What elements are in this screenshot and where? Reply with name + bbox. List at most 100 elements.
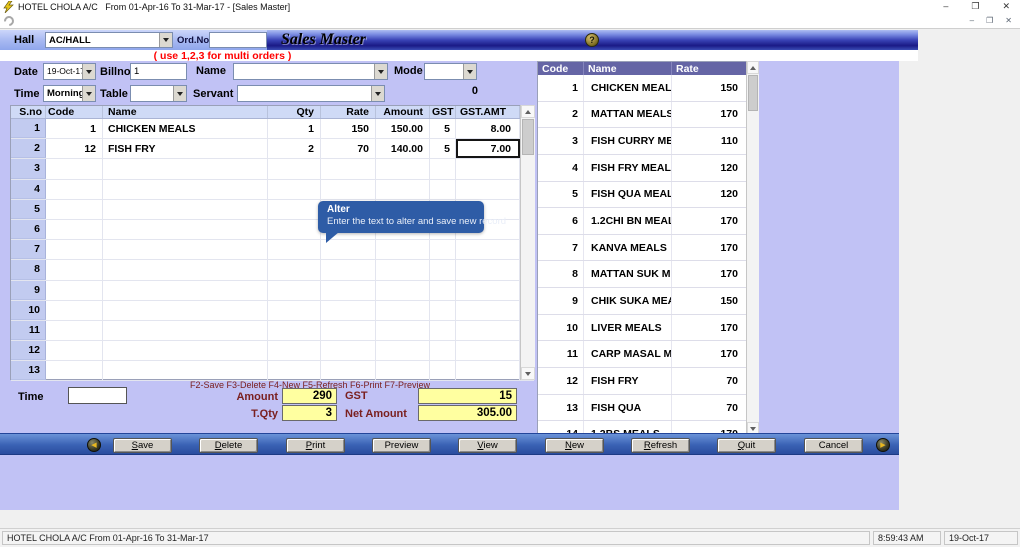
dropdown-arrow-icon[interactable] <box>463 64 476 79</box>
minimize-icon[interactable]: – <box>943 1 948 12</box>
table-row[interactable]: 8 <box>11 260 534 280</box>
footer-time-input[interactable] <box>68 387 127 404</box>
help-button[interactable]: ? <box>585 33 599 47</box>
ordno-input[interactable] <box>209 32 267 48</box>
cell-gst <box>430 260 456 279</box>
close-icon[interactable]: ✕ <box>1002 1 1010 12</box>
dropdown-arrow-icon[interactable] <box>82 64 95 79</box>
list-item[interactable]: 5 FISH QUA MEALS 120 <box>538 182 758 209</box>
table-row[interactable]: 1 1 CHICKEN MEALS 1 150 150.00 5 8.00 <box>11 119 534 139</box>
refresh-button[interactable]: Refresh <box>631 438 690 453</box>
sales-grid-scrollbar[interactable] <box>520 105 535 380</box>
list-item[interactable]: 12 FISH FRY 70 <box>538 368 758 395</box>
scrollbar-thumb[interactable] <box>522 119 534 155</box>
list-item[interactable]: 2 MATTAN MEALS 170 <box>538 102 758 129</box>
cell-name <box>103 321 268 340</box>
save-button[interactable]: Save <box>113 438 172 453</box>
date-label: Date <box>14 66 38 78</box>
list-item[interactable]: 10 LIVER MEALS 170 <box>538 315 758 342</box>
gst-total: 15 <box>418 388 517 404</box>
table-row[interactable]: 9 <box>11 281 534 301</box>
list-item[interactable]: 9 CHIK SUKA MEALS 150 <box>538 288 758 315</box>
dropdown-arrow-icon[interactable] <box>371 86 384 101</box>
notice-row: ( use 1,2,3 for multi orders ) <box>0 50 918 61</box>
hall-select[interactable]: AC/HALL <box>45 32 173 48</box>
table-row[interactable]: 4 <box>11 180 534 200</box>
cell-sno: 8 <box>11 260 46 279</box>
cell-gst-amt <box>456 301 520 320</box>
item-name: FISH QUA <box>584 395 672 421</box>
scroll-down-icon[interactable] <box>521 367 535 380</box>
dropdown-arrow-icon[interactable] <box>173 86 186 101</box>
cell-qty: 2 <box>268 139 321 158</box>
table-row[interactable]: 3 <box>11 159 534 179</box>
quit-button[interactable]: Quit <box>717 438 776 453</box>
table-row[interactable]: 12 <box>11 341 534 361</box>
delete-button[interactable]: Delete <box>199 438 258 453</box>
cell-amount <box>376 341 430 360</box>
items-panel-scrollbar[interactable] <box>746 61 759 435</box>
scrollbar-thumb[interactable] <box>748 75 758 111</box>
mdi-minimize-icon[interactable]: – <box>970 16 974 26</box>
cell-qty <box>268 200 321 219</box>
list-item[interactable]: 8 MATTAN SUK MEALK 170 <box>538 261 758 288</box>
scroll-up-icon[interactable] <box>747 61 759 74</box>
table-row[interactable]: 7 <box>11 240 534 260</box>
billno-input[interactable] <box>130 63 187 80</box>
restore-icon[interactable]: ❐ <box>971 1 979 12</box>
alter-tooltip: Alter Enter the text to alter and save n… <box>318 201 484 233</box>
table-row[interactable]: 2 12 FISH FRY 2 70 140.00 5 7.00 <box>11 139 534 159</box>
name-select[interactable] <box>233 63 388 80</box>
print-button[interactable]: Print <box>286 438 345 453</box>
mdi-restore-icon[interactable]: ❐ <box>986 16 993 26</box>
new-button[interactable]: New <box>545 438 604 453</box>
list-item[interactable]: 13 FISH QUA 70 <box>538 395 758 422</box>
list-item[interactable]: 3 FISH CURRY MEAL 110 <box>538 128 758 155</box>
mode-select[interactable] <box>424 63 477 80</box>
list-item[interactable]: 6 1.2CHI BN MEALS 170 <box>538 208 758 235</box>
date-select[interactable]: 19-Oct-17 <box>43 63 96 80</box>
servant-value <box>238 86 371 101</box>
scroll-up-icon[interactable] <box>521 105 535 118</box>
amount-label: Amount <box>208 391 278 403</box>
cell-gst <box>430 301 456 320</box>
cell-qty: 1 <box>268 119 321 138</box>
servant-select[interactable] <box>237 85 385 102</box>
tqty-label: T.Qty <box>208 408 278 420</box>
list-item[interactable]: 1 CHICKEN MEALS 150 <box>538 75 758 102</box>
cell-gst-amt <box>456 341 520 360</box>
table-row[interactable]: 13 <box>11 361 534 381</box>
table-select[interactable] <box>130 85 187 102</box>
cell-sno: 1 <box>11 119 46 138</box>
name-value <box>234 64 374 79</box>
item-code: 6 <box>538 208 584 234</box>
hall-value: AC/HALL <box>46 33 159 47</box>
list-item[interactable]: 4 FISH FRY MEALS 120 <box>538 155 758 182</box>
arrow-right-icon: ▶ <box>880 441 885 449</box>
cell-code <box>46 321 103 340</box>
cell-qty <box>268 361 321 380</box>
cell-rate: 150 <box>321 119 376 138</box>
list-item[interactable]: 11 CARP MASAL MEALS 170 <box>538 341 758 368</box>
sales-grid-rows: 1 1 CHICKEN MEALS 1 150 150.00 5 8.00 2 … <box>11 119 534 381</box>
cell-amount <box>376 180 430 199</box>
nav-left-button[interactable]: ◀ <box>87 438 101 452</box>
dropdown-arrow-icon[interactable] <box>374 64 387 79</box>
item-rate: 150 <box>672 288 747 314</box>
mode-label: Mode <box>394 65 423 77</box>
list-item[interactable]: 7 KANVA MEALS 170 <box>538 235 758 262</box>
col-name: Name <box>103 106 268 118</box>
item-name: FISH FRY <box>584 368 672 394</box>
mdi-close-icon[interactable]: ✕ <box>1005 16 1012 26</box>
view-button[interactable]: View <box>458 438 517 453</box>
dropdown-arrow-icon[interactable] <box>159 33 172 47</box>
table-row[interactable]: 10 <box>11 301 534 321</box>
cancel-button[interactable]: Cancel <box>804 438 863 453</box>
nav-right-button[interactable]: ▶ <box>876 438 890 452</box>
item-rate: 110 <box>672 128 747 154</box>
preview-button[interactable]: Preview <box>372 438 431 453</box>
dropdown-arrow-icon[interactable] <box>82 86 95 101</box>
cell-sno: 6 <box>11 220 46 239</box>
table-row[interactable]: 11 <box>11 321 534 341</box>
time-select[interactable]: Morning <box>43 85 96 102</box>
